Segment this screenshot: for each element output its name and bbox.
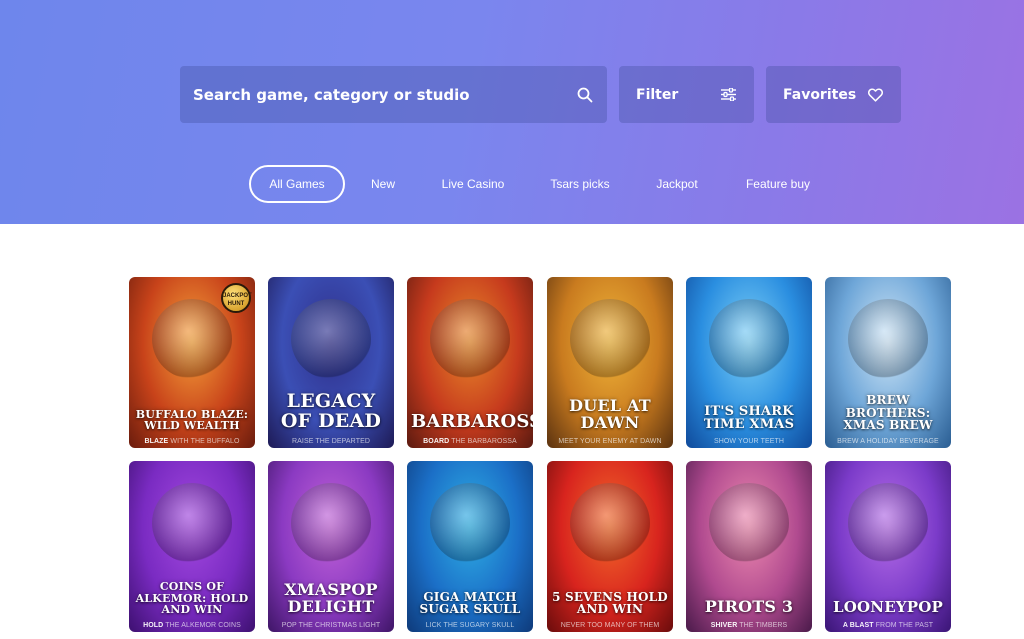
game-character-image <box>430 483 510 563</box>
game-character-image <box>430 299 510 379</box>
game-title: DUEL AT DAWN <box>569 396 651 433</box>
game-character-image <box>709 483 789 563</box>
game-tagline: HOLD THE ALKEMOR COINS <box>129 622 255 629</box>
game-title: LOONEYPOP <box>833 598 943 617</box>
game-title: LEGACY OF DEAD <box>280 390 382 433</box>
game-character-image <box>848 483 928 563</box>
game-tagline: BREW A HOLIDAY BEVERAGE <box>825 438 951 445</box>
game-card[interactable]: JACKPOT HUNT BUFFALO BLAZE: WILD WEALTH BL… <box>129 277 255 448</box>
game-tagline: A BLAST FROM THE PAST <box>825 622 951 629</box>
game-character-image <box>848 299 928 379</box>
tagline-text: MEET YOUR ENEMY AT DAWN <box>558 438 662 445</box>
game-character-image <box>570 483 650 563</box>
tab-all-games[interactable]: All Games <box>249 165 345 203</box>
game-title: GIGA MATCH SUGAR SKULL <box>419 589 521 617</box>
tagline-text: LICK THE SUGARY SKULL <box>425 622 515 629</box>
game-tagline: RAISE THE DEPARTED <box>268 438 394 445</box>
game-title: IT'S SHARK TIME XMAS <box>703 403 795 433</box>
game-card[interactable]: LOONEYPOP A BLAST FROM THE PAST <box>825 461 951 632</box>
tagline-text: FROM THE PAST <box>873 622 934 629</box>
game-tagline: SHIVER THE TIMBERS <box>686 622 812 629</box>
favorites-label: Favorites <box>783 86 857 103</box>
game-card[interactable]: IT'S SHARK TIME XMAS SHOW YOUR TEETH <box>686 277 812 448</box>
game-card[interactable]: BARBAROSSA BOARD THE BARBAROSSA <box>407 277 533 448</box>
tab-jackpot[interactable]: Jackpot <box>646 165 708 203</box>
game-tagline: BOARD THE BARBAROSSA <box>407 438 533 445</box>
search-bar[interactable] <box>180 66 607 123</box>
game-card[interactable]: GIGA MATCH SUGAR SKULL LICK THE SUGARY SK… <box>407 461 533 632</box>
tagline-text: NEVER TOO MANY OF THEM <box>560 622 660 629</box>
game-tagline: MEET YOUR ENEMY AT DAWN <box>547 438 673 445</box>
tagline-text: THE BARBAROSSA <box>449 438 517 445</box>
game-title: PIROTS 3 <box>704 597 794 617</box>
game-character-image <box>570 299 650 379</box>
tab-live-casino[interactable]: Live Casino <box>432 165 514 203</box>
tab-tsars-picks[interactable]: Tsars picks <box>540 165 620 203</box>
game-title: BUFFALO BLAZE: WILD WEALTH <box>135 407 249 433</box>
game-card[interactable]: BREW BROTHERS: XMAS BREW BREW A HOLIDAY B… <box>825 277 951 448</box>
jackpot-hunt-badge: JACKPOT HUNT <box>221 283 252 313</box>
tagline-text: RAISE THE DEPARTED <box>291 438 371 445</box>
game-character-image <box>291 299 371 379</box>
tagline-text: SHOW YOUR TEETH <box>713 438 785 445</box>
search-icon[interactable] <box>577 87 593 103</box>
tagline-text: THE TIMBERS <box>737 622 788 629</box>
game-character-image <box>152 299 232 379</box>
tagline-text: BREW A HOLIDAY BEVERAGE <box>837 438 939 445</box>
game-tagline: SHOW YOUR TEETH <box>686 438 812 445</box>
game-character-image <box>152 483 232 563</box>
tab-feature-buy[interactable]: Feature buy <box>735 165 821 203</box>
game-card[interactable]: LEGACY OF DEAD RAISE THE DEPARTED <box>268 277 394 448</box>
filter-button[interactable]: Filter <box>619 66 754 123</box>
game-card[interactable]: PIROTS 3 SHIVER THE TIMBERS <box>686 461 812 632</box>
game-character-image <box>709 299 789 379</box>
heart-icon <box>868 87 883 102</box>
tagline-highlight: A BLAST <box>842 622 874 629</box>
tagline-highlight: BOARD <box>423 438 450 445</box>
game-tagline: BLAZE WITH THE BUFFALO <box>129 438 255 445</box>
tagline-highlight: BLAZE <box>144 438 169 445</box>
tagline-highlight: SHIVER <box>710 622 738 629</box>
favorites-button[interactable]: Favorites <box>766 66 901 123</box>
game-tagline: POP THE CHRISTMAS LIGHT <box>268 622 394 629</box>
game-title: BARBAROSSA <box>411 411 533 433</box>
category-tabs: All Games New Live Casino Tsars picks Ja… <box>0 165 1024 203</box>
game-character-image <box>291 483 371 563</box>
tagline-highlight: HOLD <box>143 622 164 629</box>
tagline-text: THE ALKEMOR COINS <box>163 622 241 629</box>
game-title: COINS OF ALKEMOR: HOLD AND WIN <box>135 580 249 617</box>
tagline-text: POP THE CHRISTMAS LIGHT <box>281 622 381 629</box>
filter-label: Filter <box>636 86 679 103</box>
search-input[interactable] <box>193 85 577 104</box>
tab-new[interactable]: New <box>360 165 406 203</box>
game-tagline: NEVER TOO MANY OF THEM <box>547 622 673 629</box>
game-card[interactable]: 5 SEVENS HOLD AND WIN NEVER TOO MANY OF T… <box>547 461 673 632</box>
game-card[interactable]: DUEL AT DAWN MEET YOUR ENEMY AT DAWN <box>547 277 673 448</box>
hero-banner: Filter Favorites All Games New Live Casi… <box>0 0 1024 224</box>
game-tagline: LICK THE SUGARY SKULL <box>407 622 533 629</box>
game-card[interactable]: XMASPOP DELIGHT POP THE CHRISTMAS LIGHT <box>268 461 394 632</box>
tagline-text: WITH THE BUFFALO <box>168 438 240 445</box>
game-title: BREW BROTHERS: XMAS BREW <box>843 393 933 433</box>
game-title: XMASPOP DELIGHT <box>284 580 378 617</box>
game-title: 5 SEVENS HOLD AND WIN <box>552 589 668 617</box>
sliders-icon <box>721 88 736 101</box>
game-card[interactable]: COINS OF ALKEMOR: HOLD AND WIN HOLD THE A… <box>129 461 255 632</box>
